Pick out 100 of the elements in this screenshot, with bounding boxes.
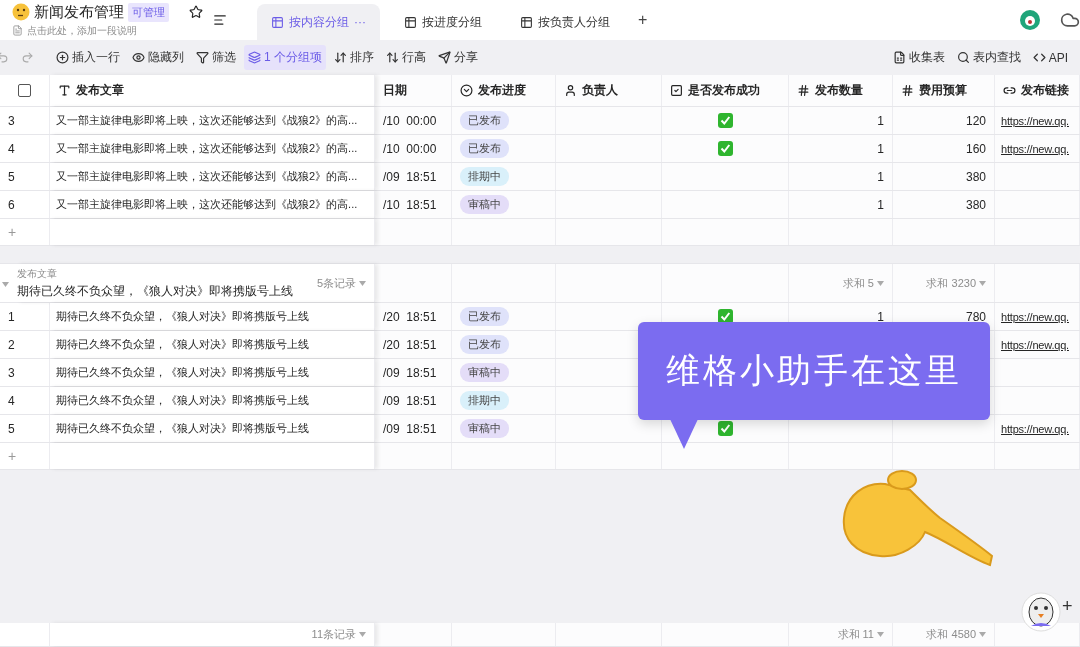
article-title-cell: 期待已久终不负众望，《狼人对决》即将携版号上线 xyxy=(50,415,375,442)
count-cell: 1 xyxy=(877,309,884,324)
count-cell: 1 xyxy=(877,141,884,156)
caret-icon xyxy=(2,282,9,287)
caret-icon xyxy=(877,632,884,637)
checkbox-field-icon xyxy=(670,84,683,97)
toolbar-button[interactable]: 插入一行 xyxy=(52,45,124,70)
view-tab[interactable]: 按进度分组 xyxy=(390,4,496,40)
progress-tag: 审稿中 xyxy=(460,195,509,214)
person-icon xyxy=(564,84,577,97)
toolbar-button[interactable]: 隐藏列 xyxy=(128,45,188,70)
toolbar-button[interactable]: 表内查找 xyxy=(952,45,1025,70)
assistant-avatar-icon[interactable] xyxy=(1021,592,1061,632)
column-header[interactable]: 发布链接 xyxy=(995,75,1080,106)
budget-cell: 380 xyxy=(965,197,986,212)
date-cell: /10 18:51 xyxy=(375,191,452,218)
group-field-label: 发布文章 xyxy=(17,266,58,281)
tooltip: 维格小助手在这里 xyxy=(638,322,990,420)
toolbar-button[interactable]: 分享 xyxy=(434,45,482,70)
count-cell: 1 xyxy=(877,113,884,128)
count-cell: 1 xyxy=(877,197,884,212)
count-cell: 1 xyxy=(877,169,884,184)
toolbar-button[interactable]: 1 个分组项 xyxy=(244,45,326,70)
record-count[interactable]: 11条记录 xyxy=(311,627,366,642)
add-tab-button[interactable]: + xyxy=(638,11,648,29)
column-header[interactable]: 发布文章 xyxy=(50,75,375,106)
column-header[interactable]: 负责人 xyxy=(556,75,662,106)
date-cell: /09 18:51 xyxy=(375,163,452,190)
plus-circle-icon xyxy=(56,51,69,64)
date-cell: /20 18:51 xyxy=(375,331,452,358)
layers-icon xyxy=(248,51,261,64)
star-icon[interactable] xyxy=(189,5,203,19)
progress-tag: 已发布 xyxy=(460,139,509,158)
link-text[interactable]: https://new.qq. xyxy=(1001,338,1069,351)
progress-tag: 已发布 xyxy=(460,307,509,326)
progress-tag: 排期中 xyxy=(460,391,509,410)
sheet-title[interactable]: 新闻发布管理 xyxy=(34,2,124,22)
cloud-icon[interactable] xyxy=(1060,10,1080,30)
avatar-icon[interactable] xyxy=(1020,10,1040,30)
article-title-cell: 期待已久终不负众望，《狼人对决》即将携版号上线 xyxy=(50,331,375,358)
column-header[interactable]: 是否发布成功 xyxy=(662,75,789,106)
toolbar-button[interactable]: API xyxy=(1028,46,1072,69)
description-icon xyxy=(12,25,23,36)
link-text[interactable]: https://new.qq. xyxy=(1001,114,1069,127)
progress-tag: 审稿中 xyxy=(460,419,509,438)
eye-icon xyxy=(132,51,145,64)
progress-tag: 审稿中 xyxy=(460,363,509,382)
checkmark-icon xyxy=(717,113,733,128)
sort-icon xyxy=(334,51,347,64)
record-count[interactable]: 5条记录 xyxy=(316,275,366,291)
progress-tag: 已发布 xyxy=(460,335,509,354)
view-tab[interactable]: 按内容分组 ··· xyxy=(257,4,380,40)
toolbar-button[interactable]: 行高 xyxy=(382,45,430,70)
checkmark-icon xyxy=(717,141,733,156)
sum-dropdown[interactable]: 求和 5 xyxy=(842,275,884,291)
article-title-cell: 又一部主旋律电影即将上映，这次还能够达到《战狼2》的高... xyxy=(50,163,375,190)
grid-icon xyxy=(520,15,533,29)
search-icon xyxy=(956,51,970,64)
date-cell: /20 18:51 xyxy=(375,303,452,330)
article-title-cell: 期待已久终不负众望，《狼人对决》即将携版号上线 xyxy=(50,359,375,386)
view-tab[interactable]: 按负责人分组 xyxy=(506,4,624,40)
caret-icon xyxy=(979,632,986,637)
toolbar-button[interactable]: 筛选 xyxy=(192,45,240,70)
menu-icon[interactable] xyxy=(213,13,227,27)
tooltip-tail xyxy=(670,419,698,449)
link-icon xyxy=(1003,84,1016,97)
column-header[interactable]: 费用预算 xyxy=(893,75,995,106)
article-title-cell: 期待已久终不负众望，《狼人对决》即将携版号上线 xyxy=(50,387,375,414)
group-value: 期待已久终不负众望，《狼人对决》即将携版号上线 xyxy=(17,282,293,300)
link-text[interactable]: https://new.qq. xyxy=(1001,422,1069,435)
filter-icon xyxy=(196,51,209,64)
date-cell: /09 18:51 xyxy=(375,387,452,414)
column-header[interactable]: 发布数量 xyxy=(789,75,893,106)
budget-cell: 780 xyxy=(965,309,986,324)
description-text[interactable]: 点击此处，添加一段说明 xyxy=(27,23,137,38)
row-height-icon xyxy=(386,51,399,64)
more-icon[interactable]: ··· xyxy=(354,15,366,29)
toolbar-button[interactable]: 收集表 xyxy=(888,45,949,70)
permission-badge: 可管理 xyxy=(128,2,169,22)
date-cell: /09 18:51 xyxy=(375,415,452,442)
article-title-cell: 又一部主旋律电影即将上映，这次还能够达到《战狼2》的高... xyxy=(50,135,375,162)
toolbar-button[interactable]: 排序 xyxy=(330,45,378,70)
date-cell: /10 00:00 xyxy=(375,135,452,162)
select-all-checkbox[interactable] xyxy=(18,84,31,97)
hash-icon xyxy=(901,84,914,97)
article-title-cell: 又一部主旋律电影即将上映，这次还能够达到《战狼2》的高... xyxy=(50,191,375,218)
link-text[interactable]: https://new.qq. xyxy=(1001,310,1069,323)
article-title-cell: 期待已久终不负众望，《狼人对决》即将携版号上线 xyxy=(50,303,375,330)
date-cell: /09 18:51 xyxy=(375,359,452,386)
add-button[interactable]: + xyxy=(1062,596,1073,617)
link-text[interactable]: https://new.qq. xyxy=(1001,142,1069,155)
caret-icon xyxy=(359,632,366,637)
column-header[interactable]: 日期 xyxy=(375,75,452,106)
code-icon xyxy=(1032,51,1046,64)
select-field-icon xyxy=(460,84,473,97)
budget-cell: 380 xyxy=(965,169,986,184)
thinking-face-icon xyxy=(12,3,30,21)
form-icon xyxy=(892,51,906,64)
send-icon xyxy=(438,51,451,64)
column-header[interactable]: 发布进度 xyxy=(452,75,556,106)
